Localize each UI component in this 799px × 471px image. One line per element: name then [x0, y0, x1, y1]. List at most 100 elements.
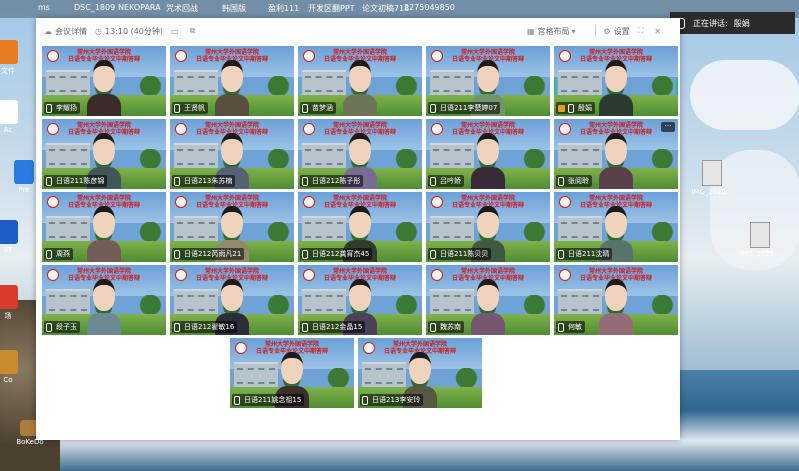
app-icon	[0, 220, 18, 244]
participant-tile[interactable]: 常州大学外国语学院日语专业毕业论文中期答辩日语211陈贝贝	[426, 192, 550, 262]
participant-video	[87, 279, 121, 335]
participant-name: 日语211沈晴	[568, 250, 610, 258]
participant-video	[599, 133, 633, 189]
campus-building	[46, 70, 90, 96]
participant-name-tag: 日语212龚宵杰45	[300, 248, 373, 260]
participant-tile[interactable]: 常州大学外国语学院日语专业毕业论文中期答辩何敏	[554, 265, 678, 335]
participant-tile[interactable]: 常州大学外国语学院日语专业毕业论文中期答辩日语213朱苏楠	[170, 119, 294, 189]
folder-icon	[0, 350, 18, 374]
participant-tile[interactable]: 常州大学外国语学院日语专业毕业论文中期答辩日语212金晶15	[298, 265, 422, 335]
participant-name-tag: 日语211姚念祖15	[232, 394, 305, 406]
desktop-label[interactable]: 咒术回战	[166, 3, 198, 14]
participant-tile[interactable]: 常州大学外国语学院日语专业毕业论文中期答辩日语212陈子彤	[298, 119, 422, 189]
participant-name: 苗梦涵	[312, 104, 333, 112]
participant-name-tag: 苗梦涵	[300, 102, 336, 114]
participant-name: 魏苏南	[440, 323, 461, 331]
participant-tile[interactable]: 常州大学外国语学院日语专业毕业论文中期答辩日语212芮雨凡21	[170, 192, 294, 262]
microphone-icon	[46, 176, 52, 186]
image-file-icon	[750, 222, 770, 248]
desktop-label[interactable]: 2275049850	[404, 3, 455, 12]
settings-button[interactable]: ⚙ 设置	[604, 26, 630, 37]
microphone-icon	[302, 322, 308, 332]
fullscreen-button[interactable]: ⛶	[638, 26, 647, 36]
desktop-icon[interactable]: 文件	[0, 40, 28, 76]
participant-video	[87, 206, 121, 262]
participant-tile[interactable]: 常州大学外国语学院日语专业毕业论文中期答辩日语211姚念祖15	[230, 338, 354, 408]
close-icon: ✕	[654, 26, 661, 36]
desktop-icon[interactable]: Co	[0, 350, 28, 384]
participant-tile[interactable]: 常州大学外国语学院日语专业毕业论文中期答辩苗梦涵	[298, 46, 422, 116]
participant-name-tag: 李耀扬	[44, 102, 80, 114]
participant-name-tag: 日语212陈子彤	[300, 175, 364, 187]
participant-name-tag: 日语211李楚婷07	[428, 102, 501, 114]
participant-name-tag: 日语211沈晴	[556, 248, 613, 260]
participant-tile[interactable]: 常州大学外国语学院日语专业毕业论文中期答辩段子玉	[42, 265, 166, 335]
campus-building	[174, 143, 218, 169]
participant-name: 日语211李楚婷07	[440, 104, 498, 112]
grid-icon: ▦	[526, 26, 535, 36]
participant-tile[interactable]: 常州大学外国语学院日语专业毕业论文中期答辩日语212龚宵杰45	[298, 192, 422, 262]
participant-name: 段子玉	[56, 323, 77, 331]
desktop-label[interactable]: 开发区翻PPT	[308, 3, 355, 14]
desktop-file[interactable]: IMG_2025...	[734, 222, 786, 258]
desktop-label[interactable]: 盈利111	[268, 3, 299, 14]
participant-tile[interactable]: 常州大学外国语学院日语专业毕业论文中期答辩日语211沈晴	[554, 192, 678, 262]
desktop-label[interactable]: ms	[38, 3, 50, 12]
screen-icon: ▭	[171, 26, 179, 36]
participant-tile[interactable]: 常州大学外国语学院日语专业毕业论文中期答辩日语212翟敏16	[170, 265, 294, 335]
participant-tile[interactable]: 常州大学外国语学院日语专业毕业论文中期答辩周燕	[42, 192, 166, 262]
layout-button[interactable]: ▦ 宫格布局 ▾	[527, 26, 579, 37]
speaking-indicator: 正在讲话: 殷娟	[670, 12, 795, 34]
participant-tile[interactable]: 常州大学外国语学院日语专业毕业论文中期答辩张阅聆···	[554, 119, 678, 189]
desktop-icon[interactable]: Ac	[0, 100, 28, 134]
desktop-file[interactable]: IMG_2025...	[686, 160, 738, 196]
more-options-button[interactable]: ···	[661, 122, 675, 132]
meeting-details-button[interactable]: ☁ 会议详情	[44, 26, 87, 37]
meeting-toolbar: ☁ 会议详情 ◷ 13:10 (40分钟) ▭ ⧉ ▦ 宫格布局 ▾ ⚙ 设置 …	[36, 18, 680, 44]
campus-building	[558, 289, 602, 315]
participant-tile[interactable]: 常州大学外国语学院日语专业毕业论文中期答辩殷娟	[554, 46, 678, 116]
participant-tile[interactable]: 常州大学外国语学院日语专业毕业论文中期答辩李耀扬	[42, 46, 166, 116]
expand-icon: ⛶	[637, 26, 644, 35]
participant-tile[interactable]: 常州大学外国语学院日语专业毕业论文中期答辩日语213李安玲	[358, 338, 482, 408]
microphone-icon	[234, 395, 240, 405]
participant-name-tag: 日语211陈彦锦	[44, 175, 108, 187]
campus-building	[46, 289, 90, 315]
desktop-icon[interactable]: AT	[0, 220, 28, 254]
microphone-icon	[430, 176, 436, 186]
microphone-icon	[174, 103, 180, 113]
desktop-label[interactable]: 韩国版	[222, 3, 246, 14]
participant-tile[interactable]: 常州大学外国语学院日语专业毕业论文中期答辩魏苏南	[426, 265, 550, 335]
participant-name-tag: 日语212金晶15	[300, 321, 366, 333]
participant-name-tag: 周燕	[44, 248, 73, 260]
microphone-icon	[302, 176, 308, 186]
participant-name-tag: 日语213朱苏楠	[172, 175, 236, 187]
microphone-icon	[302, 249, 308, 259]
campus-building	[46, 143, 90, 169]
participant-tile[interactable]: 常州大学外国语学院日语专业毕业论文中期答辩日语211陈彦锦	[42, 119, 166, 189]
window-icon-2[interactable]: ⧉	[190, 26, 199, 36]
gear-icon: ⚙	[603, 26, 611, 36]
participant-name: 日语212陈子彤	[312, 177, 361, 185]
window-icon-1[interactable]: ▭	[171, 27, 182, 36]
campus-building	[430, 70, 474, 96]
microphone-icon	[46, 249, 52, 259]
close-button[interactable]: ✕	[654, 27, 664, 36]
desktop-icon[interactable]: 场	[0, 285, 28, 321]
microphone-icon	[568, 103, 574, 113]
participant-name: 王贤帆	[184, 104, 205, 112]
desktop-label[interactable]: NEKOPARA	[118, 3, 161, 12]
desktop-label[interactable]: DSC_1809	[74, 3, 115, 12]
desktop-wallpaper-cloud	[690, 60, 799, 130]
participant-tile[interactable]: 常州大学外国语学院日语专业毕业论文中期答辩日语211李楚婷07	[426, 46, 550, 116]
participant-name: 李耀扬	[56, 104, 77, 112]
participant-name: 日语212翟敏16	[184, 323, 235, 331]
participant-tile[interactable]: 常州大学外国语学院日语专业毕业论文中期答辩吕吟娇	[426, 119, 550, 189]
microphone-icon	[362, 395, 368, 405]
participant-name-tag: 段子玉	[44, 321, 80, 333]
desktop-label[interactable]: 论文初稿718	[362, 3, 409, 14]
participant-tile[interactable]: 常州大学外国语学院日语专业毕业论文中期答辩王贤帆	[170, 46, 294, 116]
participant-name: 张阅聆	[568, 177, 589, 185]
participant-name-tag: 吕吟娇	[428, 175, 464, 187]
campus-building	[362, 362, 406, 388]
